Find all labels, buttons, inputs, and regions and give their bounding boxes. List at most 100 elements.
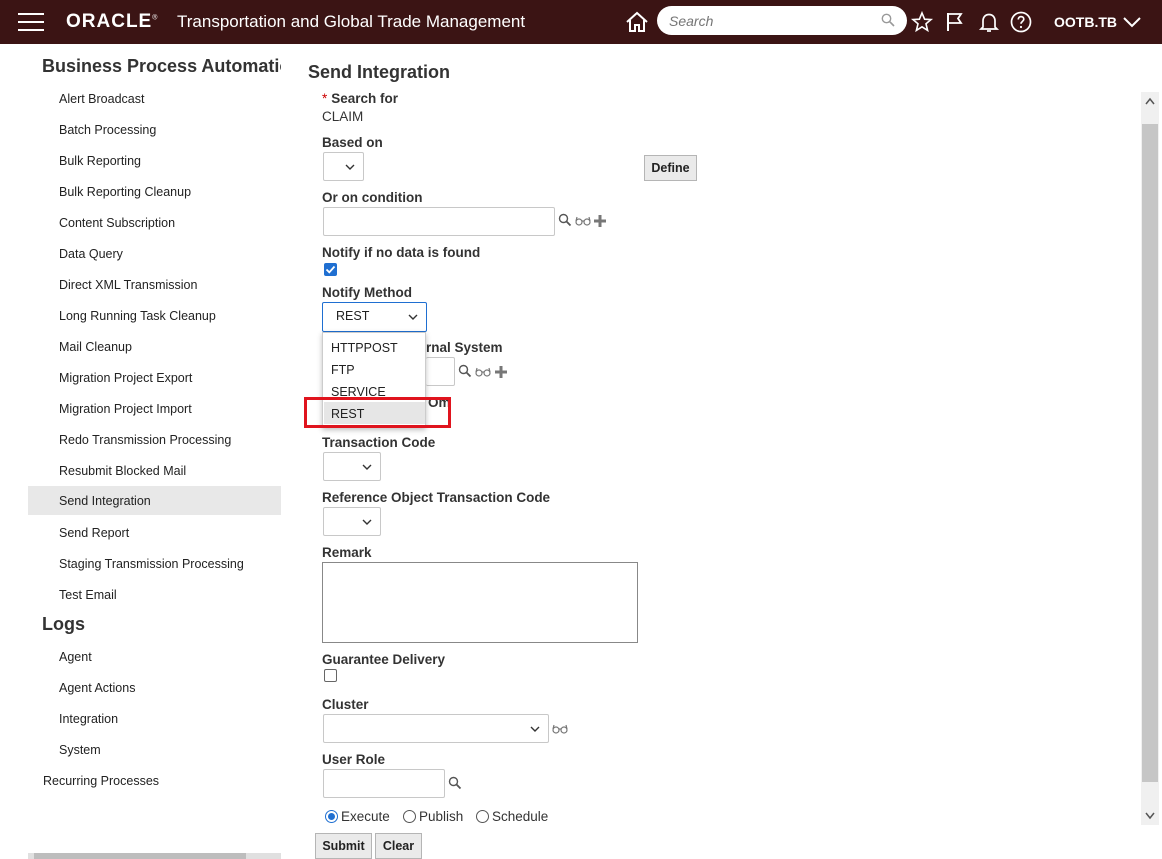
- sidebar-item-data-query[interactable]: Data Query: [28, 239, 281, 268]
- sidebar-item-staging-transmission-processing[interactable]: Staging Transmission Processing: [28, 549, 281, 578]
- radio-publish-label: Publish: [419, 809, 464, 824]
- bell-icon[interactable]: [977, 10, 1001, 34]
- option-ftp[interactable]: FTP: [324, 358, 425, 380]
- glasses-icon[interactable]: [475, 366, 491, 378]
- hidden-label-fragment: Om: [428, 395, 451, 410]
- search-icon[interactable]: [881, 13, 895, 27]
- required-marker: *: [322, 91, 328, 106]
- scroll-down-icon[interactable]: [1145, 812, 1155, 820]
- sidebar-item-direct-xml-transmission[interactable]: Direct XML Transmission: [28, 270, 281, 299]
- radio-dot[interactable]: [476, 810, 489, 823]
- notify-method-dropdown: HTTPPOST FTP SERVICE REST: [322, 332, 426, 428]
- guarantee-delivery-label: Guarantee Delivery: [322, 652, 446, 667]
- radio-dot[interactable]: [403, 810, 416, 823]
- global-search[interactable]: [657, 6, 907, 35]
- external-system-input[interactable]: [426, 357, 455, 386]
- sidebar-item-agent[interactable]: Agent: [28, 642, 281, 671]
- sidebar-item-long-running-task-cleanup[interactable]: Long Running Task Cleanup: [28, 301, 281, 330]
- condition-input[interactable]: [323, 207, 555, 236]
- option-service[interactable]: SERVICE: [324, 380, 425, 402]
- chevron-down-icon: [345, 164, 355, 170]
- search-icon[interactable]: [448, 776, 462, 790]
- notify-method-select[interactable]: REST: [322, 302, 427, 332]
- scroll-up-icon[interactable]: [1145, 97, 1155, 105]
- transaction-code-select[interactable]: [323, 452, 381, 481]
- ref-obj-tx-code-label: Reference Object Transaction Code: [322, 490, 551, 505]
- radio-schedule[interactable]: Schedule: [476, 809, 548, 824]
- home-icon[interactable]: [624, 10, 650, 34]
- sidebar-item-system[interactable]: System: [28, 735, 281, 764]
- sidebar-item-migration-project-export[interactable]: Migration Project Export: [28, 363, 281, 392]
- chevron-down-icon: [362, 464, 372, 470]
- top-header: ORACLE® Transportation and Global Trade …: [0, 0, 1162, 44]
- chevron-down-icon: [362, 519, 372, 525]
- based-on-label: Based on: [322, 135, 383, 150]
- external-system-label: rnal System: [426, 340, 503, 355]
- notify-no-data-label: Notify if no data is found: [322, 245, 481, 260]
- search-for-label-text: Search for: [331, 91, 399, 106]
- page-title: Send Integration: [308, 62, 451, 82]
- search-icon[interactable]: [558, 213, 572, 227]
- chevron-down-icon: [530, 726, 540, 732]
- notify-no-data-checkbox[interactable]: [324, 263, 337, 276]
- sidebar-horizontal-scrollbar[interactable]: [28, 853, 281, 859]
- radio-execute[interactable]: Execute: [325, 809, 390, 824]
- clear-button[interactable]: Clear: [375, 833, 422, 859]
- guarantee-delivery-checkbox[interactable]: [324, 669, 337, 682]
- chevron-down-icon[interactable]: [1122, 12, 1142, 32]
- define-button[interactable]: Define: [644, 155, 697, 181]
- sidebar-item-bulk-reporting[interactable]: Bulk Reporting: [28, 146, 281, 175]
- notify-method-label: Notify Method: [322, 285, 412, 300]
- search-for-label: * Search for: [322, 91, 398, 106]
- remark-label: Remark: [322, 545, 372, 560]
- sidebar-item-test-email[interactable]: Test Email: [28, 580, 281, 609]
- sidebar-item-alert-broadcast[interactable]: Alert Broadcast: [28, 84, 281, 113]
- sidebar-item-send-report[interactable]: Send Report: [28, 518, 281, 547]
- sidebar-item-content-subscription[interactable]: Content Subscription: [28, 208, 281, 237]
- submit-button[interactable]: Submit: [315, 833, 372, 859]
- checkmark-icon: [325, 265, 336, 274]
- cluster-select[interactable]: [323, 714, 549, 743]
- user-role-input[interactable]: [323, 769, 445, 798]
- help-icon[interactable]: [1009, 10, 1033, 34]
- sidebar-item-redo-transmission-processing[interactable]: Redo Transmission Processing: [28, 425, 281, 454]
- remark-textarea[interactable]: [322, 562, 638, 643]
- scrollbar-thumb[interactable]: [34, 853, 246, 859]
- add-icon[interactable]: [593, 214, 607, 228]
- radio-publish[interactable]: Publish: [403, 809, 463, 824]
- sidebar-item-batch-processing[interactable]: Batch Processing: [28, 115, 281, 144]
- glasses-icon[interactable]: [552, 723, 568, 735]
- sidebar-item-mail-cleanup[interactable]: Mail Cleanup: [28, 332, 281, 361]
- notify-method-value: REST: [336, 309, 370, 323]
- radio-dot[interactable]: [325, 810, 338, 823]
- sidebar-logs-title: Logs: [42, 614, 85, 634]
- logo-text: ORACLE: [66, 11, 153, 32]
- option-httppost[interactable]: HTTPPOST: [324, 336, 425, 358]
- flag-icon[interactable]: [943, 10, 967, 34]
- star-icon[interactable]: [910, 10, 934, 34]
- ref-obj-tx-code-select[interactable]: [323, 507, 381, 536]
- search-icon[interactable]: [458, 364, 472, 378]
- sidebar-item-integration[interactable]: Integration: [28, 704, 281, 733]
- scrollbar-thumb[interactable]: [1142, 124, 1158, 782]
- sidebar-item-recurring-processes[interactable]: Recurring Processes: [28, 766, 281, 795]
- sidebar-item-agent-actions[interactable]: Agent Actions: [28, 673, 281, 702]
- sidebar-item-send-integration[interactable]: Send Integration: [28, 486, 281, 515]
- app-title: Transportation and Global Trade Manageme…: [177, 12, 526, 31]
- menu-icon[interactable]: [18, 13, 44, 31]
- sidebar-item-bulk-reporting-cleanup[interactable]: Bulk Reporting Cleanup: [28, 177, 281, 206]
- search-input[interactable]: [667, 11, 877, 30]
- oracle-logo: ORACLE®: [66, 11, 159, 32]
- user-name[interactable]: OOTB.TB: [1054, 14, 1117, 30]
- option-rest[interactable]: REST: [324, 402, 425, 424]
- based-on-select[interactable]: [323, 152, 364, 181]
- or-on-condition-label: Or on condition: [322, 190, 423, 205]
- main-vertical-scrollbar[interactable]: [1141, 92, 1159, 825]
- sidebar-section-title: Business Process Automation: [42, 56, 281, 76]
- add-icon[interactable]: [494, 365, 508, 379]
- chevron-down-icon: [408, 314, 418, 320]
- sidebar-item-migration-project-import[interactable]: Migration Project Import: [28, 394, 281, 423]
- sidebar-item-resubmit-blocked-mail[interactable]: Resubmit Blocked Mail: [28, 456, 281, 485]
- radio-execute-label: Execute: [341, 809, 390, 824]
- glasses-icon[interactable]: [575, 215, 591, 227]
